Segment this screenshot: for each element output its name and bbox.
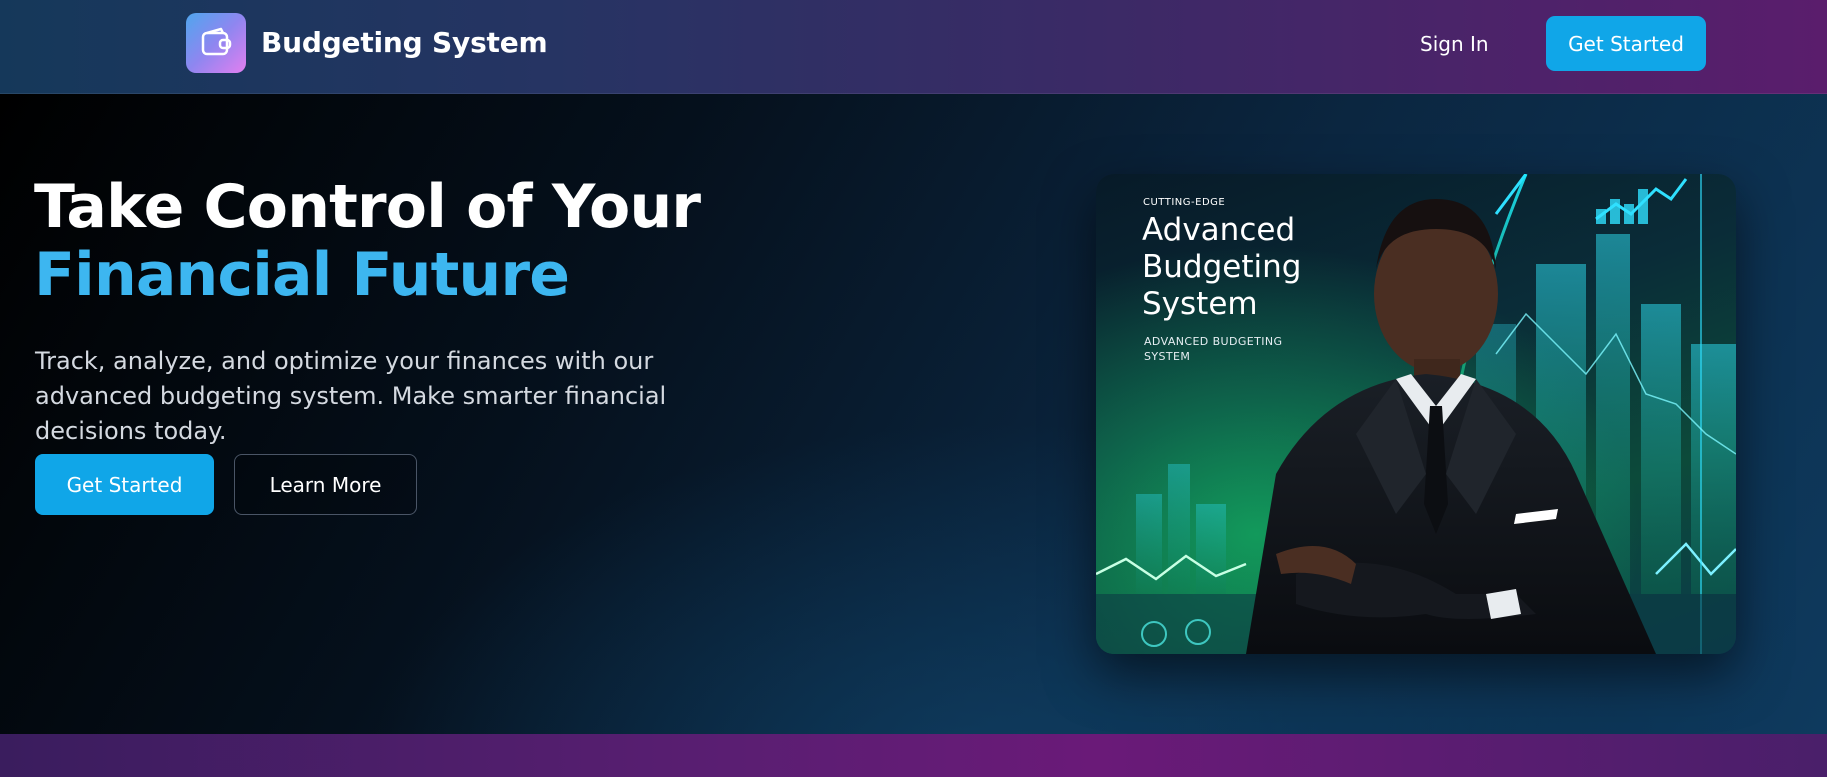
learn-more-button[interactable]: Learn More [234, 454, 417, 515]
image-subtitle: ADVANCED BUDGETING SYSTEM [1144, 335, 1283, 363]
brand-name[interactable]: Budgeting System [261, 26, 548, 59]
hero-section: Take Control of Your Financial Future Tr… [0, 94, 1827, 734]
image-title: Advanced Budgeting System [1142, 212, 1302, 322]
hero-image: CUTTING-EDGE Advanced Budgeting System A… [1096, 174, 1736, 654]
landing-page: Budgeting System Sign In Get Started Tak… [0, 0, 1827, 777]
hero-title-line1: Take Control of Your [34, 172, 701, 242]
site-header: Budgeting System Sign In Get Started [0, 0, 1827, 94]
header-get-started-button[interactable]: Get Started [1546, 16, 1706, 71]
get-started-button[interactable]: Get Started [35, 454, 214, 515]
hero-description: Track, analyze, and optimize your financ… [35, 347, 667, 445]
image-kicker: CUTTING-EDGE [1143, 197, 1226, 208]
next-section-band [0, 734, 1827, 777]
sign-in-link[interactable]: Sign In [1420, 32, 1489, 56]
wallet-icon[interactable] [186, 13, 246, 73]
hero-title-line2: Financial Future [34, 240, 570, 310]
